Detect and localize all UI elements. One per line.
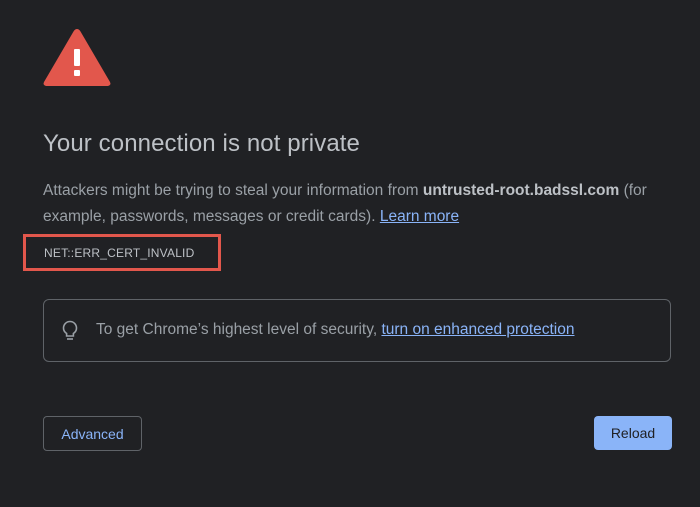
enhanced-protection-message: To get Chrome’s highest level of securit… [96, 321, 574, 339]
lightbulb-icon [62, 320, 78, 340]
explanation-prefix: Attackers might be trying to steal your … [43, 182, 423, 199]
advanced-button[interactable]: Advanced [43, 416, 142, 451]
enhanced-protection-link[interactable]: turn on enhanced protection [381, 321, 574, 338]
enhanced-protection-box: To get Chrome’s highest level of securit… [43, 299, 671, 362]
error-code[interactable]: NET::ERR_CERT_INVALID [44, 246, 194, 260]
reload-button[interactable]: Reload [594, 416, 672, 450]
page-title: Your connection is not private [43, 130, 360, 157]
domain-name: untrusted-root.badssl.com [422, 182, 620, 199]
warning-triangle-icon [43, 29, 111, 86]
learn-more-link[interactable]: Learn more [380, 208, 459, 225]
main-message: Attackers might be trying to steal your … [43, 178, 683, 230]
enhanced-protection-text: To get Chrome’s highest level of securit… [96, 321, 382, 338]
